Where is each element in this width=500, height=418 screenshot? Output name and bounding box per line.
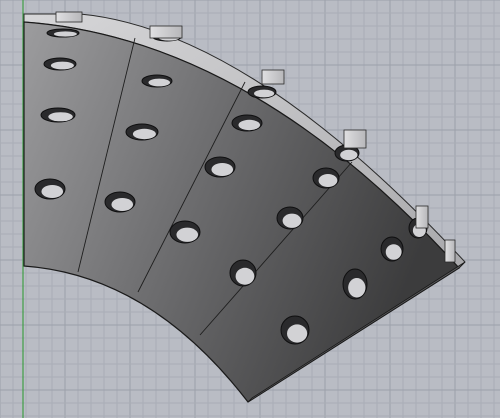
curved-plate-part[interactable] — [23, 11, 466, 403]
rim-tab — [415, 205, 429, 229]
plate-hole-wall — [340, 149, 358, 161]
plate-hole-wall — [53, 31, 77, 37]
rim-tab — [149, 25, 183, 39]
plate-hole-wall — [111, 198, 134, 211]
plate-hole-wall — [235, 267, 255, 285]
plate-hole-wall — [282, 213, 302, 228]
plate-hole-wall — [385, 244, 402, 260]
plate-hole-wall — [50, 61, 74, 70]
plate-hole-wall — [238, 119, 261, 131]
rim-tab — [343, 129, 367, 149]
plate-hole-wall — [211, 163, 234, 176]
plate-hole-wall — [287, 324, 308, 343]
plate-hole-wall — [132, 128, 156, 140]
plate-hole-wall — [48, 112, 73, 122]
rim-tab — [261, 69, 285, 85]
rim-tab — [55, 11, 83, 23]
3d-viewport[interactable] — [0, 0, 500, 418]
plate-hole-wall — [176, 227, 199, 242]
rim-tab — [444, 239, 456, 263]
plate-hole-wall — [348, 278, 366, 298]
plate-hole-wall — [318, 174, 338, 187]
viewport-scene[interactable] — [0, 0, 500, 418]
plate-hole-wall — [148, 78, 171, 87]
plate-hole-wall — [41, 185, 64, 198]
plate-hole-wall — [254, 89, 275, 98]
